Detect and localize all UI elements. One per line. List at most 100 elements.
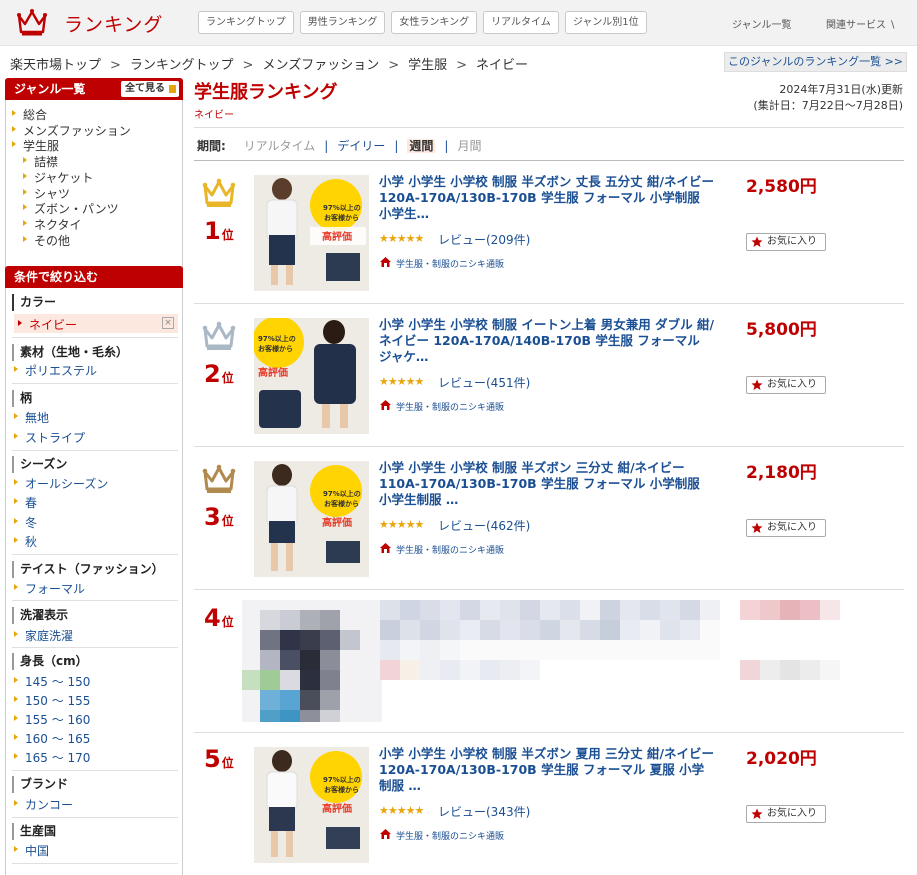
nav-genre-top1[interactable]: ジャンル別1位 bbox=[564, 11, 647, 34]
product-title[interactable]: 小学 小学生 小学校 制服 イートン上着 男女兼用 ダブル 紺/ネイビー 120… bbox=[379, 317, 715, 365]
nav-realtime[interactable]: リアルタイム bbox=[483, 11, 559, 34]
subgenre-item[interactable]: その他 bbox=[23, 232, 70, 249]
favorite-button[interactable]: お気に入り bbox=[746, 233, 826, 251]
review-link[interactable]: レビュー(462件) bbox=[438, 517, 530, 534]
product-image[interactable]: 97%以上の お客様から 高評価 bbox=[254, 461, 369, 577]
period-realtime[interactable]: リアルタイム bbox=[244, 139, 316, 153]
review-link[interactable]: レビュー(343件) bbox=[438, 803, 530, 820]
filter-item[interactable]: 春 bbox=[14, 494, 37, 511]
product-title[interactable]: 小学 小学生 小学校 制服 半ズボン 三分丈 紺/ネイビー 110A-170A/… bbox=[379, 460, 715, 508]
rank-suffix: 位 bbox=[221, 371, 234, 385]
favorite-label: お気に入り bbox=[767, 808, 817, 819]
filter-item[interactable]: 150 ～ 155 bbox=[14, 692, 90, 709]
rank-value: 2 bbox=[204, 360, 221, 388]
filter-selected-color[interactable]: ネイビー × bbox=[14, 314, 178, 333]
shop-link[interactable]: 学生服・制服のニシキ通販 bbox=[379, 543, 504, 556]
blurred-price bbox=[740, 600, 840, 682]
favorite-button[interactable]: お気に入り bbox=[746, 519, 826, 537]
product-price: 2,580円 bbox=[746, 177, 817, 197]
top-bar: ランキング ランキングトップ 男性ランキング 女性ランキング リアルタイム ジャ… bbox=[0, 0, 917, 46]
filter-item[interactable]: 冬 bbox=[14, 514, 37, 531]
genre-item[interactable]: 総合 bbox=[12, 106, 47, 123]
filter-origin-head: 生産国 bbox=[12, 823, 56, 840]
sidebar: ジャンル一覧 全て見る 総合 メンズファッション 学生服 詰襟 ジャケット シャ… bbox=[5, 78, 183, 875]
filter-item[interactable]: 無地 bbox=[14, 409, 49, 426]
rank-value: 1 bbox=[204, 217, 221, 245]
filter-item[interactable]: 145 ～ 150 bbox=[14, 673, 90, 690]
genre-list-link[interactable]: ジャンル一覧 bbox=[732, 16, 792, 31]
filter-item[interactable]: オールシーズン bbox=[14, 475, 108, 492]
filter-item[interactable]: 160 ～ 165 bbox=[14, 730, 90, 747]
genre-item[interactable]: 学生服 bbox=[12, 137, 59, 154]
period-monthly[interactable]: 月間 bbox=[457, 139, 481, 153]
breadcrumb-item[interactable]: 学生服 bbox=[408, 58, 447, 73]
logo-text[interactable]: ランキング bbox=[64, 10, 163, 37]
breadcrumb-sep: > bbox=[110, 58, 121, 73]
rank-suffix: 位 bbox=[221, 228, 234, 242]
subgenre-item[interactable]: ズボン・パンツ bbox=[23, 200, 119, 217]
filter-item[interactable]: 中国 bbox=[14, 842, 49, 859]
subgenre-item[interactable]: ジャケット bbox=[23, 169, 93, 186]
filter-item[interactable]: 秋 bbox=[14, 533, 37, 550]
period-sep: | bbox=[394, 139, 399, 153]
product-image[interactable]: 97%以上の お客様から 高評価 bbox=[254, 175, 369, 291]
update-info: 2024年7月31日(水)更新 (集計日：7月22日～7月28日) bbox=[753, 82, 903, 114]
see-all-button[interactable]: 全て見る bbox=[121, 81, 179, 97]
subgenre-item[interactable]: 詰襟 bbox=[23, 153, 58, 170]
crown-logo-icon[interactable] bbox=[16, 8, 48, 36]
badge-text: お客様から bbox=[324, 785, 359, 794]
filter-item[interactable]: 家庭洗濯 bbox=[14, 627, 73, 644]
nav-male-ranking[interactable]: 男性ランキング bbox=[299, 11, 386, 34]
breadcrumb-item[interactable]: ランキングトップ bbox=[130, 58, 234, 73]
product-title[interactable]: 小学 小学生 小学校 制服 半ズボン 夏用 三分丈 紺/ネイビー 120A-17… bbox=[379, 746, 715, 794]
shop-link[interactable]: 学生服・制服のニシキ通販 bbox=[379, 257, 504, 270]
product-photo: 97%以上の お客様から 高評価 bbox=[254, 318, 369, 434]
nav-female-ranking[interactable]: 女性ランキング bbox=[391, 11, 478, 34]
product-title[interactable]: 小学 小学生 小学校 制服 半ズボン 丈長 五分丈 紺/ネイビー 120A-17… bbox=[379, 174, 715, 222]
shop-name: 学生服・制服のニシキ通販 bbox=[396, 403, 505, 413]
review-link[interactable]: レビュー(209件) bbox=[438, 231, 530, 248]
subgenre-item[interactable]: ネクタイ bbox=[23, 216, 82, 233]
shop-link[interactable]: 学生服・制服のニシキ通販 bbox=[379, 829, 504, 842]
badge-text: 高評価 bbox=[322, 516, 352, 529]
filter-item[interactable]: カンコー bbox=[14, 796, 73, 813]
filter-pattern-head: 柄 bbox=[12, 390, 32, 407]
period-daily[interactable]: デイリー bbox=[337, 139, 385, 153]
rank-number: 5位 bbox=[204, 745, 234, 773]
product-image[interactable]: 97%以上の お客様から 高評価 bbox=[254, 318, 369, 434]
filter-item[interactable]: フォーマル bbox=[14, 580, 85, 597]
blurred-image[interactable] bbox=[242, 600, 382, 722]
nav-ranking-top[interactable]: ランキングトップ bbox=[198, 11, 294, 34]
genre-ranking-list-link[interactable]: このジャンルのランキング一覧 >> bbox=[724, 52, 907, 72]
breadcrumb: 楽天市場トップ > ランキングトップ > メンズファッション > 学生服 > ネイビー bbox=[10, 54, 528, 73]
favorite-label: お気に入り bbox=[767, 522, 817, 533]
filter-item[interactable]: 155 ～ 160 bbox=[14, 711, 90, 728]
pixelated-review bbox=[380, 660, 540, 680]
product-image[interactable]: 97%以上の お客様から 高評価 bbox=[254, 747, 369, 863]
shop-name: 学生服・制服のニシキ通販 bbox=[396, 546, 505, 556]
pixelated-image bbox=[242, 600, 382, 722]
period-range: (集計日：7月22日～7月28日) bbox=[753, 99, 903, 112]
rank-value: 3 bbox=[204, 503, 221, 531]
badge-text: お客様から bbox=[324, 213, 359, 222]
rank-suffix: 位 bbox=[221, 756, 234, 770]
clear-filter-icon[interactable]: × bbox=[162, 317, 174, 329]
favorite-button[interactable]: お気に入り bbox=[746, 376, 826, 394]
filter-item[interactable]: ポリエステル bbox=[14, 362, 97, 379]
filter-item[interactable]: ストライプ bbox=[14, 429, 85, 446]
filter-item[interactable]: 165 ～ 170 bbox=[14, 749, 90, 766]
period-weekly[interactable]: 週間 bbox=[407, 139, 436, 153]
breadcrumb-item[interactable]: メンズファッション bbox=[262, 58, 379, 73]
silver-crown-icon bbox=[202, 321, 236, 350]
badge-text: 97%以上の bbox=[323, 775, 361, 784]
genre-list: 総合 メンズファッション 学生服 詰襟 ジャケット シャツ ズボン・パンツ ネク… bbox=[5, 100, 183, 278]
breadcrumb-sep: > bbox=[388, 58, 400, 73]
breadcrumb-item[interactable]: 楽天市場トップ bbox=[10, 58, 101, 73]
related-services-link[interactable]: 関連サービス ∖ bbox=[826, 16, 896, 31]
review-link[interactable]: レビュー(451件) bbox=[438, 374, 530, 391]
shop-link[interactable]: 学生服・制服のニシキ通販 bbox=[379, 400, 504, 413]
period-sep: | bbox=[444, 139, 449, 153]
breadcrumb-item[interactable]: ネイビー bbox=[476, 58, 528, 73]
gold-crown-icon bbox=[202, 178, 236, 207]
favorite-button[interactable]: お気に入り bbox=[746, 805, 826, 823]
